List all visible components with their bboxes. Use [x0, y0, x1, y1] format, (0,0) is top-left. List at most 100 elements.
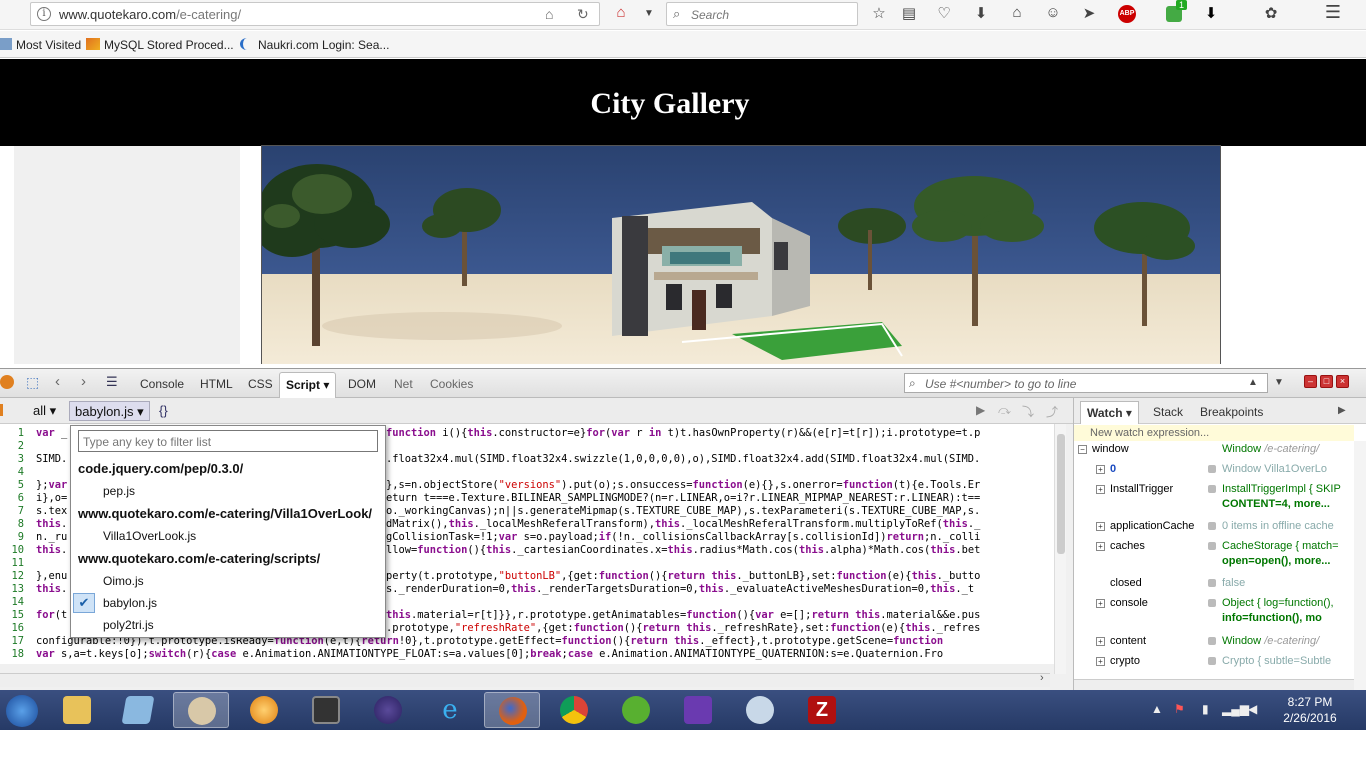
line-number[interactable]: 18	[0, 648, 24, 660]
taskbar-firefox[interactable]	[484, 692, 540, 728]
bookmark-mysql[interactable]: MySQL Stored Proced...	[86, 38, 234, 52]
step-over-icon[interactable]: ⤼	[998, 403, 1011, 418]
step-into-icon[interactable]: ⤵	[1022, 403, 1034, 420]
3d-scene-canvas[interactable]	[261, 145, 1221, 364]
line-number[interactable]: 12	[0, 570, 24, 582]
page-action-icon[interactable]: ⌂	[545, 6, 553, 22]
taskbar-utorrent[interactable]	[608, 692, 664, 728]
line-number[interactable]: 10	[0, 544, 24, 556]
script-filter-input[interactable]: Type any key to filter list	[78, 430, 378, 452]
scrollbar-thumb[interactable]	[1057, 434, 1065, 554]
taskbar-explorer[interactable]	[49, 692, 105, 728]
bookmark-most-visited[interactable]: Most Visited	[0, 38, 81, 52]
inspect-icon[interactable]: ⬚	[26, 374, 39, 391]
line-number[interactable]: 4	[0, 466, 24, 478]
tab-net[interactable]: Net	[394, 377, 413, 391]
tab-console[interactable]: Console	[140, 377, 184, 391]
battery-icon[interactable]: ▮	[1202, 702, 1209, 716]
code-vertical-scrollbar[interactable]	[1054, 424, 1066, 674]
home-icon[interactable]: ⌂	[612, 4, 630, 21]
watch-vertical-scrollbar[interactable]	[1354, 441, 1366, 691]
run-icon[interactable]: ▶	[976, 403, 985, 417]
tab-css[interactable]: CSS	[248, 377, 273, 391]
search-prev-icon[interactable]: ▲	[1248, 377, 1258, 388]
script-item-pep[interactable]: pep.js	[71, 481, 385, 501]
line-number[interactable]: 8	[0, 518, 24, 530]
tab-script[interactable]: Script ▾	[279, 372, 337, 398]
line-number[interactable]: 16	[0, 622, 24, 634]
code-line[interactable]: 18 var s,a=t.keys[o];switch(r){case e.Ani…	[0, 648, 1066, 661]
expand-toggle-icon[interactable]: +	[1096, 542, 1105, 551]
firebug-search-input[interactable]: ⌕ Use #<number> to go to line	[904, 373, 1268, 393]
line-number[interactable]: 14	[0, 596, 24, 608]
taskbar-media-321[interactable]	[298, 692, 354, 728]
info-icon[interactable]: i	[37, 7, 51, 21]
script-file-select[interactable]: babylon.js ▾	[69, 401, 150, 421]
download-icon[interactable]: ⬇	[972, 4, 990, 22]
url-text[interactable]: www.quotekaro.com/e-catering/	[59, 7, 241, 22]
bookmark-star-icon[interactable]: ☆	[870, 4, 888, 22]
taskbar-paint[interactable]	[173, 692, 229, 728]
taskbar-visual-studio[interactable]	[670, 692, 726, 728]
arrow-down-icon[interactable]: ⬇	[1202, 4, 1220, 22]
new-watch-input[interactable]: New watch expression...	[1074, 425, 1354, 441]
line-number[interactable]: 17	[0, 635, 24, 647]
taskbar-vlc[interactable]	[236, 692, 292, 728]
reload-icon[interactable]: ↻	[577, 6, 589, 23]
search-bar[interactable]: ⌕ Search	[666, 2, 858, 26]
line-number[interactable]: 5	[0, 479, 24, 491]
tab-breakpoints[interactable]: Breakpoints	[1200, 405, 1263, 419]
taskbar-chrome[interactable]	[546, 692, 602, 728]
close-icon[interactable]: ×	[1336, 375, 1349, 388]
search-next-icon[interactable]: ▼	[1274, 377, 1284, 388]
tab-watch[interactable]: Watch ▾	[1080, 401, 1139, 424]
script-item-poly2tri[interactable]: poly2tri.js	[71, 615, 385, 635]
signal-icon[interactable]: ▂▄▆	[1222, 702, 1249, 716]
code-horizontal-scrollbar[interactable]	[0, 673, 1050, 687]
tab-html[interactable]: HTML	[200, 377, 233, 391]
expand-toggle-icon[interactable]: +	[1096, 465, 1105, 474]
line-number[interactable]: 9	[0, 531, 24, 543]
script-filter-all[interactable]: all ▾	[28, 401, 61, 421]
expand-toggle-icon[interactable]: +	[1096, 522, 1105, 531]
taskbar-notepad[interactable]	[110, 692, 166, 728]
firebug-icon[interactable]	[0, 375, 14, 389]
system-clock[interactable]: 8:27 PM 2/26/2016	[1280, 694, 1340, 726]
expand-toggle-icon[interactable]: −	[1078, 445, 1087, 454]
reading-list-icon[interactable]: ▤	[900, 4, 918, 22]
line-number[interactable]: 2	[0, 440, 24, 452]
scroll-right-icon[interactable]: ›	[1040, 672, 1044, 684]
back-icon[interactable]: ‹	[55, 373, 60, 390]
pocket-icon[interactable]: ♡	[935, 4, 953, 22]
expand-toggle-icon[interactable]: +	[1096, 637, 1105, 646]
line-number[interactable]: 6	[0, 492, 24, 504]
script-item-babylon[interactable]: ✔ babylon.js	[71, 593, 385, 613]
chat-icon[interactable]: ☺	[1044, 4, 1062, 21]
panel-expand-icon[interactable]: ▶	[1338, 405, 1346, 416]
tab-stack[interactable]: Stack	[1153, 405, 1183, 419]
line-number[interactable]: 1	[0, 427, 24, 439]
expand-toggle-icon[interactable]: +	[1096, 657, 1105, 666]
taskbar-filezilla[interactable]: Z	[794, 692, 850, 728]
start-button[interactable]	[0, 692, 56, 728]
addon-icon[interactable]: ✿	[1262, 4, 1280, 22]
volume-icon[interactable]: ◀	[1248, 702, 1257, 716]
line-number[interactable]: 3	[0, 453, 24, 465]
send-icon[interactable]: ➤	[1080, 4, 1098, 22]
line-number[interactable]: 13	[0, 583, 24, 595]
chevron-down-icon[interactable]: ▼	[640, 8, 658, 19]
line-number[interactable]: 11	[0, 557, 24, 569]
breakpoint-toggle-icon[interactable]	[0, 404, 8, 416]
menu-icon[interactable]: ☰	[1324, 2, 1342, 23]
home-button-icon[interactable]: ⌂	[1008, 4, 1026, 21]
taskbar-ie[interactable]: e	[422, 692, 478, 728]
address-bar[interactable]: i www.quotekaro.com/e-catering/ ⌂ ↻	[30, 2, 600, 26]
tray-expand-icon[interactable]: ▲	[1151, 702, 1163, 716]
script-item-oimo[interactable]: Oimo.js	[71, 571, 385, 591]
detach-icon[interactable]: □	[1320, 375, 1333, 388]
script-item-villa[interactable]: Villa1OverLook.js	[71, 526, 385, 546]
forward-icon[interactable]: ›	[81, 373, 86, 390]
taskbar-eclipse[interactable]	[360, 692, 416, 728]
minimize-icon[interactable]: –	[1304, 375, 1317, 388]
tab-cookies[interactable]: Cookies	[430, 377, 473, 391]
